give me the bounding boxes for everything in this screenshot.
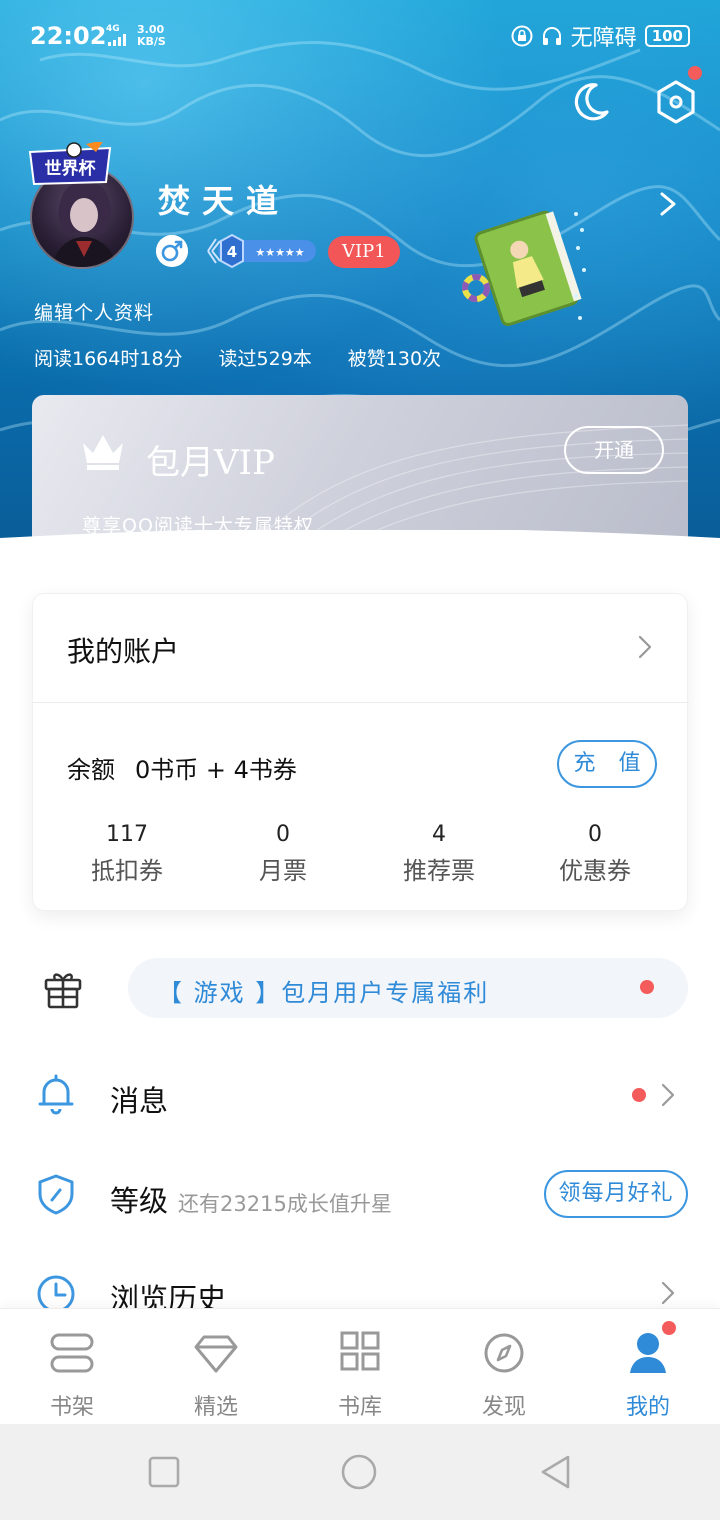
network-speed: 3.00 KB/S	[137, 24, 166, 48]
promo-banner[interactable]: 【 游戏 】包月用户专属福利	[128, 958, 688, 1018]
promo-notification-dot	[640, 980, 654, 994]
recharge-button[interactable]: 充 值	[557, 740, 657, 788]
monthly-ticket-count: 0	[276, 822, 290, 847]
settings-notification-dot	[688, 66, 702, 80]
tab-discover[interactable]: 发现	[432, 1309, 576, 1424]
username[interactable]: 焚天道	[158, 176, 290, 222]
discount-coupon-stat[interactable]: 0 优惠券	[517, 822, 673, 886]
profile-chevron-icon[interactable]	[654, 188, 682, 220]
messages-label: 消息	[110, 1084, 169, 1118]
tab-discover-label: 发现	[481, 1395, 526, 1420]
reading-time-stat: 阅读1664时18分	[34, 348, 183, 370]
crown-icon	[83, 435, 123, 470]
home-icon[interactable]	[341, 1454, 377, 1490]
level-stars: ★★★★★	[255, 246, 304, 259]
messages-notification-dot	[632, 1088, 646, 1102]
likes-stat: 被赞130次	[347, 348, 442, 370]
discount-coupon-label: 优惠券	[559, 857, 631, 885]
level-badge[interactable]: 4 ★★★★★	[204, 233, 318, 269]
account-stats: 117 抵扣券 0 月票 4 推荐票 0 优惠券	[33, 822, 689, 886]
account-card: 我的账户 余额 0书币 + 4书券 充 值 117 抵扣券 0 月票 4 推荐票 …	[32, 593, 689, 911]
tab-featured-label: 精选	[193, 1395, 238, 1420]
monthly-ticket-label: 月票	[259, 857, 307, 885]
world-cup-badge: 世界杯	[28, 142, 112, 186]
menu-item-level[interactable]: 等级 还有23215成长值升星 领每月好礼	[0, 1154, 720, 1234]
account-chevron-icon[interactable]	[637, 634, 653, 660]
messages-chevron-icon	[661, 1083, 675, 1107]
recommend-ticket-stat[interactable]: 4 推荐票	[361, 822, 517, 886]
reading-stats: 阅读1664时18分 读过529本 被赞130次	[34, 344, 441, 371]
books-read-stat: 读过529本	[218, 348, 312, 370]
shield-icon	[38, 1174, 74, 1215]
profile-header: 22:02 4G 3.00 KB/S 无障碍 100 世界杯 焚天道 4 ★★★…	[0, 0, 720, 560]
gift-icon[interactable]	[42, 968, 84, 1010]
my-account-title[interactable]: 我的账户	[67, 630, 179, 670]
diamond-icon	[194, 1335, 238, 1373]
monthly-gift-button[interactable]: 领每月好礼	[544, 1170, 688, 1218]
balance-value: 0书币 + 4书券	[135, 756, 297, 784]
system-navigation-bar	[0, 1424, 720, 1520]
tab-library-label: 书库	[337, 1395, 382, 1420]
lock-rotation-icon	[511, 25, 533, 47]
recent-apps-icon[interactable]	[146, 1454, 182, 1490]
speed-unit: KB/S	[137, 35, 166, 48]
tab-bookshelf-label: 书架	[49, 1395, 94, 1420]
tab-mine[interactable]: 我的	[576, 1309, 720, 1424]
promo-text: 【 游戏 】包月用户专属福利	[158, 979, 490, 1007]
compass-icon	[484, 1333, 524, 1373]
accessibility-label: 无障碍	[570, 26, 637, 51]
person-icon	[630, 1333, 666, 1373]
balance-label: 余额	[67, 756, 115, 784]
bookshelf-icon	[50, 1333, 94, 1373]
settings-icon[interactable]	[652, 78, 700, 126]
vip-tag[interactable]: VIP1	[328, 236, 400, 268]
status-right: 无障碍 100	[511, 20, 690, 52]
male-gender-icon	[156, 235, 188, 267]
network-type: 4G	[106, 24, 120, 34]
menu-item-messages[interactable]: 消息	[0, 1056, 720, 1136]
night-mode-icon[interactable]	[566, 78, 614, 126]
bottom-tab-bar: 书架 精选 书库 发现 我的	[0, 1308, 720, 1424]
status-bar: 22:02 4G 3.00 KB/S 无障碍 100	[0, 0, 720, 72]
bell-icon	[38, 1074, 74, 1115]
level-number: 4	[227, 243, 237, 261]
book-decoration-icon	[462, 210, 586, 327]
edit-profile-link[interactable]: 编辑个人资料	[34, 298, 154, 325]
battery-indicator: 100	[644, 25, 690, 47]
badge-text: 世界杯	[45, 158, 96, 179]
level-progress-text: 还有23215成长值升星	[178, 1192, 392, 1216]
tab-featured[interactable]: 精选	[144, 1309, 288, 1424]
discount-coupon-count: 0	[588, 822, 602, 847]
back-icon[interactable]	[538, 1454, 574, 1490]
mine-notification-dot	[662, 1321, 676, 1335]
tab-bookshelf[interactable]: 书架	[0, 1309, 144, 1424]
tab-mine-label: 我的	[625, 1395, 670, 1420]
monthly-ticket-stat[interactable]: 0 月票	[205, 822, 361, 886]
header-curve	[0, 530, 720, 590]
signal-icon	[108, 34, 126, 46]
status-time: 22:02	[30, 22, 107, 50]
balance-row: 余额 0书币 + 4书券	[67, 750, 297, 785]
grid-icon	[340, 1331, 380, 1371]
vip-title: 包月VIP	[146, 443, 275, 483]
divider	[33, 702, 689, 703]
history-chevron-icon	[661, 1281, 675, 1305]
tab-library[interactable]: 书库	[288, 1309, 432, 1424]
recommend-ticket-count: 4	[432, 822, 446, 847]
coupon-label: 抵扣券	[91, 857, 163, 885]
level-title: 等级	[110, 1184, 169, 1218]
coupon-count: 117	[106, 822, 148, 847]
coupon-stat[interactable]: 117 抵扣券	[49, 822, 205, 886]
headphones-icon	[542, 27, 561, 45]
level-label: 等级 还有23215成长值升星	[110, 1178, 392, 1220]
recommend-ticket-label: 推荐票	[403, 857, 475, 885]
vip-open-button[interactable]: 开通	[564, 426, 664, 474]
